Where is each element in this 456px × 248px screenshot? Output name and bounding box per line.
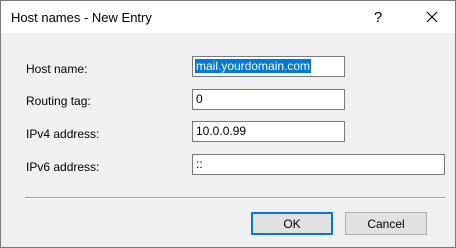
ipv6-address-value: :: xyxy=(196,157,203,171)
host-name-value: mail.yourdomain.com xyxy=(195,59,312,73)
routing-tag-label: Routing tag: xyxy=(26,94,91,108)
routing-tag-value: 0 xyxy=(196,92,203,106)
close-button[interactable] xyxy=(409,1,455,33)
dialog-window: Host names - New Entry ? Host name: mail… xyxy=(0,0,456,248)
host-name-label: Host name: xyxy=(26,62,88,76)
routing-tag-input[interactable]: 0 xyxy=(192,89,345,110)
ok-button[interactable]: OK xyxy=(251,212,333,235)
ipv6-address-input[interactable]: :: xyxy=(192,154,445,175)
separator xyxy=(25,197,445,199)
ipv4-address-input[interactable]: 10.0.0.99 xyxy=(192,121,345,142)
cancel-button-label: Cancel xyxy=(367,216,405,231)
ok-button-label: OK xyxy=(283,216,301,231)
cancel-button[interactable]: Cancel xyxy=(345,212,427,235)
help-button[interactable]: ? xyxy=(355,1,401,33)
close-icon xyxy=(426,11,438,23)
ipv6-address-label: IPv6 address: xyxy=(26,160,100,174)
ipv4-address-value: 10.0.0.99 xyxy=(196,124,247,138)
host-name-input[interactable]: mail.yourdomain.com xyxy=(192,56,345,77)
window-title: Host names - New Entry xyxy=(11,10,152,25)
help-icon: ? xyxy=(373,8,383,26)
ipv4-address-label: IPv4 address: xyxy=(26,127,100,141)
title-bar: Host names - New Entry ? xyxy=(1,1,455,33)
